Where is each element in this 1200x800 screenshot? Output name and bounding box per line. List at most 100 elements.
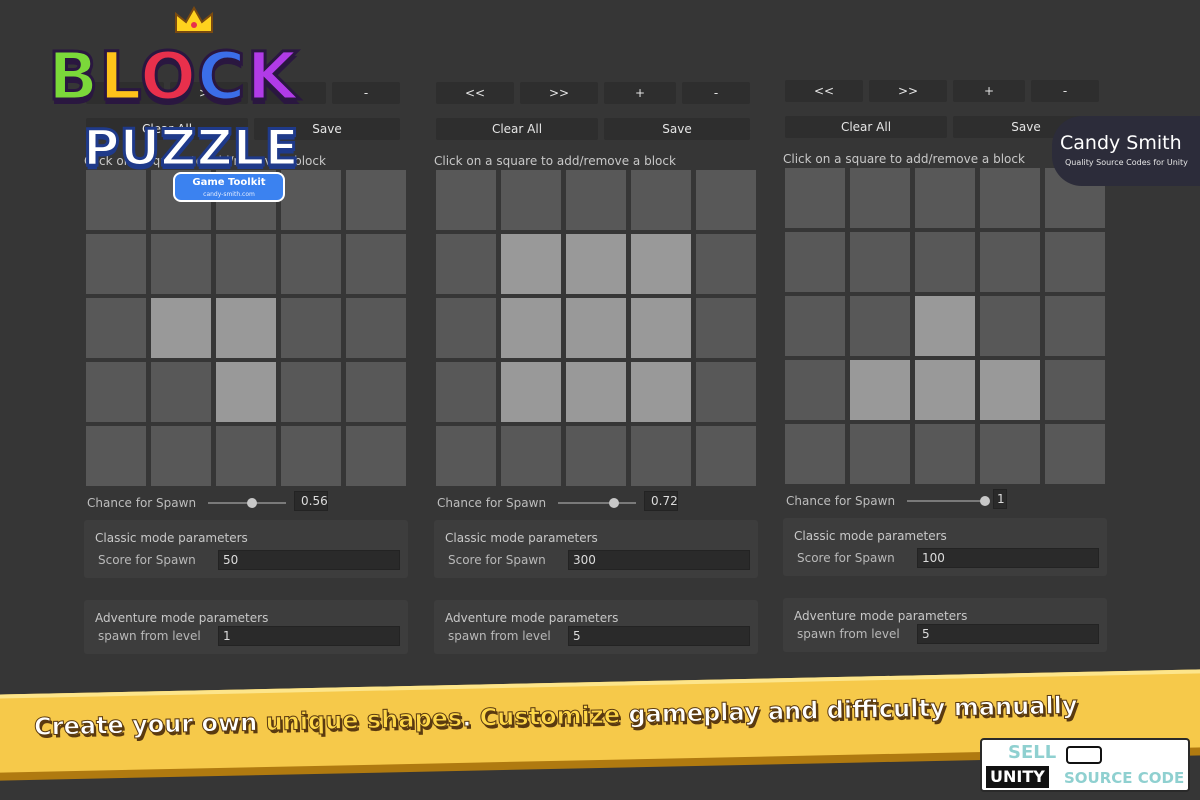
grid-cell-empty[interactable] [785,168,845,228]
remove-shape-button[interactable]: - [1031,80,1099,102]
grid-cell-empty[interactable] [86,234,146,294]
clear-all-button[interactable]: Clear All [436,118,598,140]
grid-cell-filled[interactable] [980,360,1040,420]
grid-cell-empty[interactable] [980,296,1040,356]
grid-cell-filled[interactable] [566,234,626,294]
grid-cell-empty[interactable] [1045,232,1105,292]
clear-all-button[interactable]: Clear All [785,116,947,138]
chance-value-field[interactable]: 0.56 [294,491,328,511]
spawn-from-level-field[interactable]: 5 [568,626,750,646]
spawn-from-level-field[interactable]: 1 [218,626,400,646]
chance-slider-track[interactable] [907,500,985,502]
chance-value-field[interactable]: 0.72 [644,491,678,511]
grid-cell-empty[interactable] [86,362,146,422]
grid-cell-filled[interactable] [631,298,691,358]
score-for-spawn-field[interactable]: 300 [568,550,750,570]
grid-cell-filled[interactable] [915,360,975,420]
shape-editor-panel-2: << >> + - Clear All Save Click on a square to … [434,82,764,682]
grid-cell-empty[interactable] [785,360,845,420]
add-shape-button[interactable]: + [604,82,676,104]
grid-cell-empty[interactable] [696,298,756,358]
grid-cell-empty[interactable] [980,424,1040,484]
grid-cell-filled[interactable] [501,298,561,358]
grid-cell-filled[interactable] [566,298,626,358]
grid-cell-empty[interactable] [436,426,496,486]
chance-slider-track[interactable] [558,502,636,504]
grid-cell-empty[interactable] [696,362,756,422]
chance-slider-knob[interactable] [980,496,990,506]
grid-cell-empty[interactable] [785,296,845,356]
grid-cell-empty[interactable] [216,426,276,486]
sell-word: SELL [1008,742,1057,763]
chance-value-field[interactable]: 1 [993,489,1007,509]
grid-cell-empty[interactable] [850,232,910,292]
grid-cell-empty[interactable] [696,426,756,486]
grid-cell-empty[interactable] [915,232,975,292]
spawn-from-level-field[interactable]: 5 [917,624,1099,644]
grid-cell-filled[interactable] [566,362,626,422]
grid-cell-empty[interactable] [785,232,845,292]
grid-cell-filled[interactable] [850,360,910,420]
classic-mode-title: Classic mode parameters [95,531,248,545]
grid-cell-empty[interactable] [501,426,561,486]
grid-cell-empty[interactable] [631,170,691,230]
grid-cell-empty[interactable] [501,170,561,230]
grid-cell-filled[interactable] [631,362,691,422]
grid-cell-empty[interactable] [436,234,496,294]
grid-cell-empty[interactable] [281,298,341,358]
score-for-spawn-field[interactable]: 100 [917,548,1099,568]
remove-shape-button[interactable]: - [332,82,400,104]
grid-cell-empty[interactable] [915,168,975,228]
grid-cell-empty[interactable] [850,168,910,228]
grid-cell-empty[interactable] [915,424,975,484]
next-shape-button[interactable]: >> [520,82,598,104]
prev-shape-button[interactable]: << [785,80,863,102]
grid-cell-filled[interactable] [501,234,561,294]
grid-cell-filled[interactable] [501,362,561,422]
grid-cell-empty[interactable] [696,234,756,294]
grid-cell-empty[interactable] [566,170,626,230]
grid-cell-filled[interactable] [915,296,975,356]
save-button[interactable]: Save [604,118,750,140]
remove-shape-button[interactable]: - [682,82,750,104]
chance-slider-knob[interactable] [609,498,620,508]
grid-cell-empty[interactable] [346,234,406,294]
grid-cell-filled[interactable] [631,234,691,294]
grid-cell-empty[interactable] [281,234,341,294]
add-shape-button[interactable]: + [953,80,1025,102]
grid-cell-empty[interactable] [346,298,406,358]
chance-slider-knob[interactable] [246,498,257,508]
grid-cell-empty[interactable] [86,298,146,358]
grid-cell-empty[interactable] [436,362,496,422]
score-for-spawn-field[interactable]: 50 [218,550,400,570]
grid-cell-empty[interactable] [216,234,276,294]
prev-shape-button[interactable]: << [436,82,514,104]
grid-cell-empty[interactable] [281,362,341,422]
grid-cell-empty[interactable] [151,362,211,422]
grid-cell-empty[interactable] [436,298,496,358]
grid-cell-empty[interactable] [1045,424,1105,484]
grid-cell-filled[interactable] [151,298,211,358]
grid-cell-empty[interactable] [436,170,496,230]
grid-cell-empty[interactable] [151,234,211,294]
grid-cell-empty[interactable] [850,424,910,484]
grid-cell-empty[interactable] [785,424,845,484]
grid-cell-empty[interactable] [696,170,756,230]
grid-cell-empty[interactable] [980,232,1040,292]
grid-cell-empty[interactable] [1045,360,1105,420]
grid-cell-empty[interactable] [1045,296,1105,356]
grid-cell-empty[interactable] [346,362,406,422]
grid-cell-empty[interactable] [631,426,691,486]
next-shape-button[interactable]: >> [869,80,947,102]
grid-cell-empty[interactable] [151,426,211,486]
grid-cell-filled[interactable] [216,362,276,422]
grid-cell-empty[interactable] [281,426,341,486]
grid-cell-empty[interactable] [346,170,406,230]
grid-cell-empty[interactable] [566,426,626,486]
grid-cell-empty[interactable] [86,426,146,486]
grid-cell-filled[interactable] [216,298,276,358]
chance-for-spawn-label: Chance for Spawn [87,496,197,510]
grid-cell-empty[interactable] [850,296,910,356]
grid-cell-empty[interactable] [346,426,406,486]
grid-cell-empty[interactable] [980,168,1040,228]
